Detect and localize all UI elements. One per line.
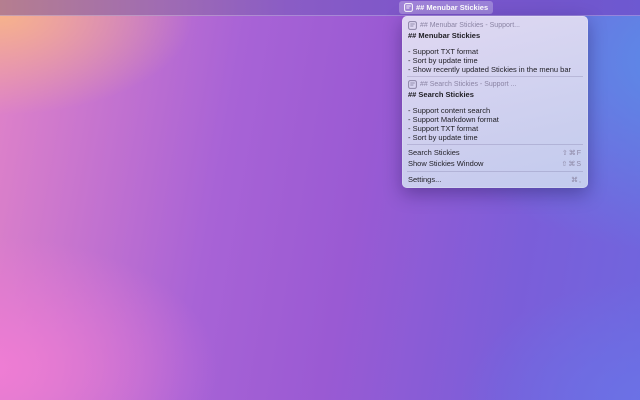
note-header: ## Menubar Stickies - Support... [402, 20, 588, 30]
menu-item-label: Settings... [408, 175, 441, 184]
note-header: ## Search Stickies - Support ... [402, 79, 588, 89]
keyboard-shortcut: ⌘, [571, 176, 582, 184]
desktop-wallpaper: ## Menubar Stickies ## Menubar Stickies … [0, 0, 640, 400]
note-text-icon [408, 21, 417, 30]
note-title: ## Menubar Stickies [402, 30, 588, 40]
note-menu-item-menubar-stickies[interactable]: ## Menubar Stickies - Support... ## Menu… [402, 20, 588, 74]
note-header-text: ## Menubar Stickies - Support... [420, 22, 520, 29]
note-content-line: - Support TXT format [402, 47, 588, 56]
note-menu-item-search-stickies[interactable]: ## Search Stickies - Support ... ## Sear… [402, 79, 588, 142]
note-text-icon [408, 80, 417, 89]
menu-separator [407, 171, 583, 172]
menubar-status-label: ## Menubar Stickies [416, 3, 488, 12]
note-content-line: - Sort by update time [402, 56, 588, 65]
menu-item-label: Search Stickies [408, 148, 460, 157]
note-title: ## Search Stickies [402, 89, 588, 99]
menu-item-search-stickies[interactable]: Search Stickies ⇧⌘F [402, 147, 588, 158]
note-content-line: - Show recently updated Stickies in the … [402, 65, 588, 74]
note-content-line: - Sort by update time [402, 133, 588, 142]
note-content-line: - Support content search [402, 106, 588, 115]
menu-separator [407, 144, 583, 145]
stickies-dropdown-menu: ## Menubar Stickies - Support... ## Menu… [402, 16, 588, 188]
menu-item-show-stickies-window[interactable]: Show Stickies Window ⇧⌘S [402, 158, 588, 169]
menubar-status-item[interactable]: ## Menubar Stickies [399, 1, 493, 14]
note-content-line: - Support Markdown format [402, 115, 588, 124]
menu-separator [407, 76, 583, 77]
keyboard-shortcut: ⇧⌘F [562, 149, 582, 157]
note-blank-line [402, 40, 588, 47]
note-content-line: - Support TXT format [402, 124, 588, 133]
note-header-text: ## Search Stickies - Support ... [420, 81, 517, 88]
menu-item-label: Show Stickies Window [408, 159, 483, 168]
menu-item-settings[interactable]: Settings... ⌘, [402, 174, 588, 185]
note-blank-line [402, 99, 588, 106]
note-text-icon [404, 3, 413, 12]
keyboard-shortcut: ⇧⌘S [561, 160, 582, 168]
menu-bar: ## Menubar Stickies [0, 0, 640, 16]
